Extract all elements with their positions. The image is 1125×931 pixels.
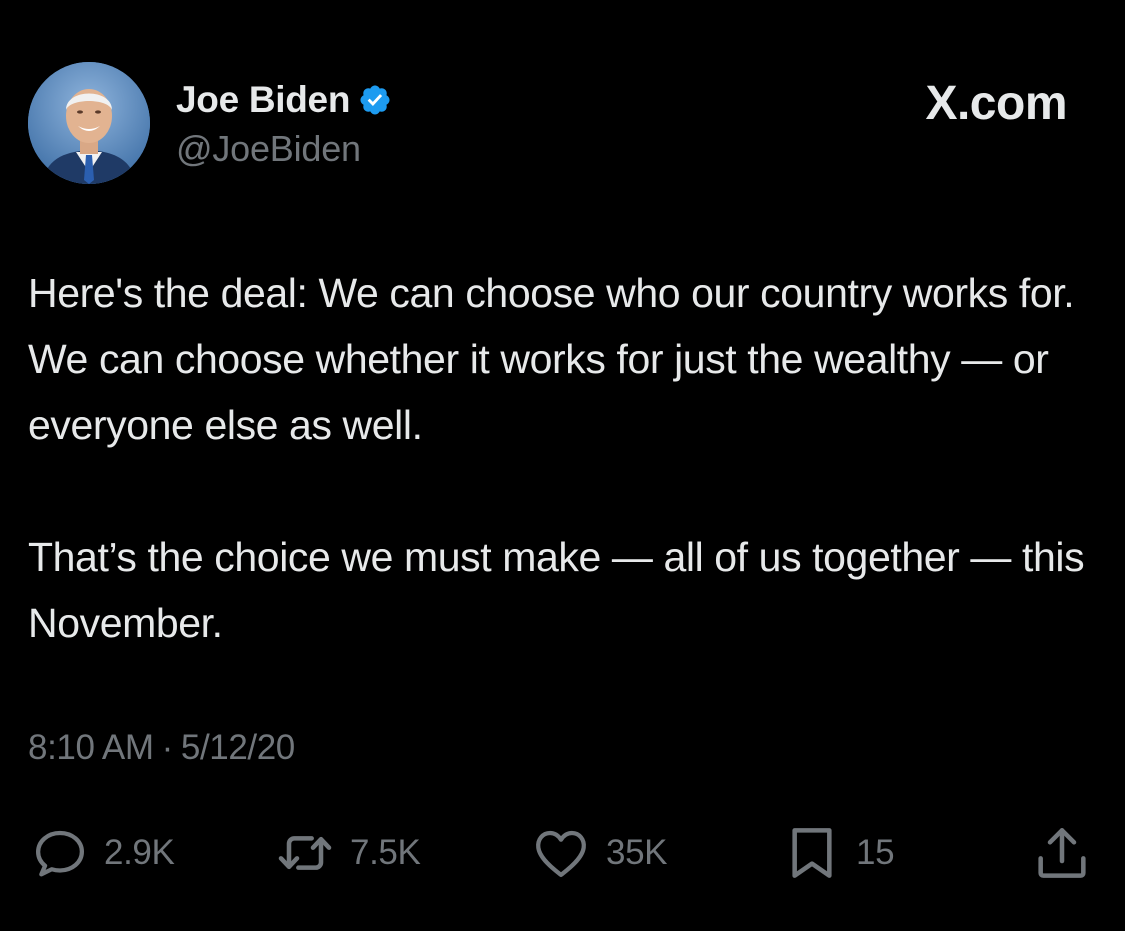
brand-logo: X.com xyxy=(925,77,1067,130)
author-name[interactable]: Joe Biden xyxy=(176,79,350,121)
share-icon xyxy=(1038,828,1086,878)
reply-button[interactable]: 2.9K xyxy=(28,818,175,888)
repost-button[interactable]: 7.5K xyxy=(272,818,421,888)
tweet-paragraph: Here's the deal: We can choose who our c… xyxy=(28,270,1075,448)
tweet-card: Joe Biden @JoeBiden X.com Here's the dea… xyxy=(0,0,1125,931)
bookmark-icon xyxy=(792,828,832,878)
like-button[interactable]: 35K xyxy=(528,818,667,888)
action-bar: 2.9K 7.5K 35K 15 xyxy=(0,818,1125,888)
reply-count: 2.9K xyxy=(104,833,175,872)
avatar[interactable] xyxy=(28,62,150,184)
tweet-text: Here's the deal: We can choose who our c… xyxy=(28,260,1088,656)
tweet-paragraph: That’s the choice we must make — all of … xyxy=(28,534,1085,646)
tweet-timestamp[interactable]: 8:10 AM · 5/12/20 xyxy=(28,728,295,768)
bookmark-count: 15 xyxy=(856,833,895,872)
author-name-row: Joe Biden xyxy=(176,78,392,122)
repost-icon xyxy=(278,836,332,870)
like-icon xyxy=(536,830,586,877)
repost-count: 7.5K xyxy=(350,833,421,872)
tweet-time: 8:10 AM xyxy=(28,728,154,767)
like-count: 35K xyxy=(606,833,668,872)
reply-icon xyxy=(36,830,84,877)
author-handle[interactable]: @JoeBiden xyxy=(176,128,392,170)
meta-separator: · xyxy=(161,728,174,767)
author-info: Joe Biden @JoeBiden xyxy=(176,78,392,170)
tweet-date: 5/12/20 xyxy=(180,728,295,767)
verified-badge-icon[interactable] xyxy=(358,83,392,117)
share-button[interactable] xyxy=(1030,818,1094,888)
bookmark-button[interactable]: 15 xyxy=(780,818,895,888)
